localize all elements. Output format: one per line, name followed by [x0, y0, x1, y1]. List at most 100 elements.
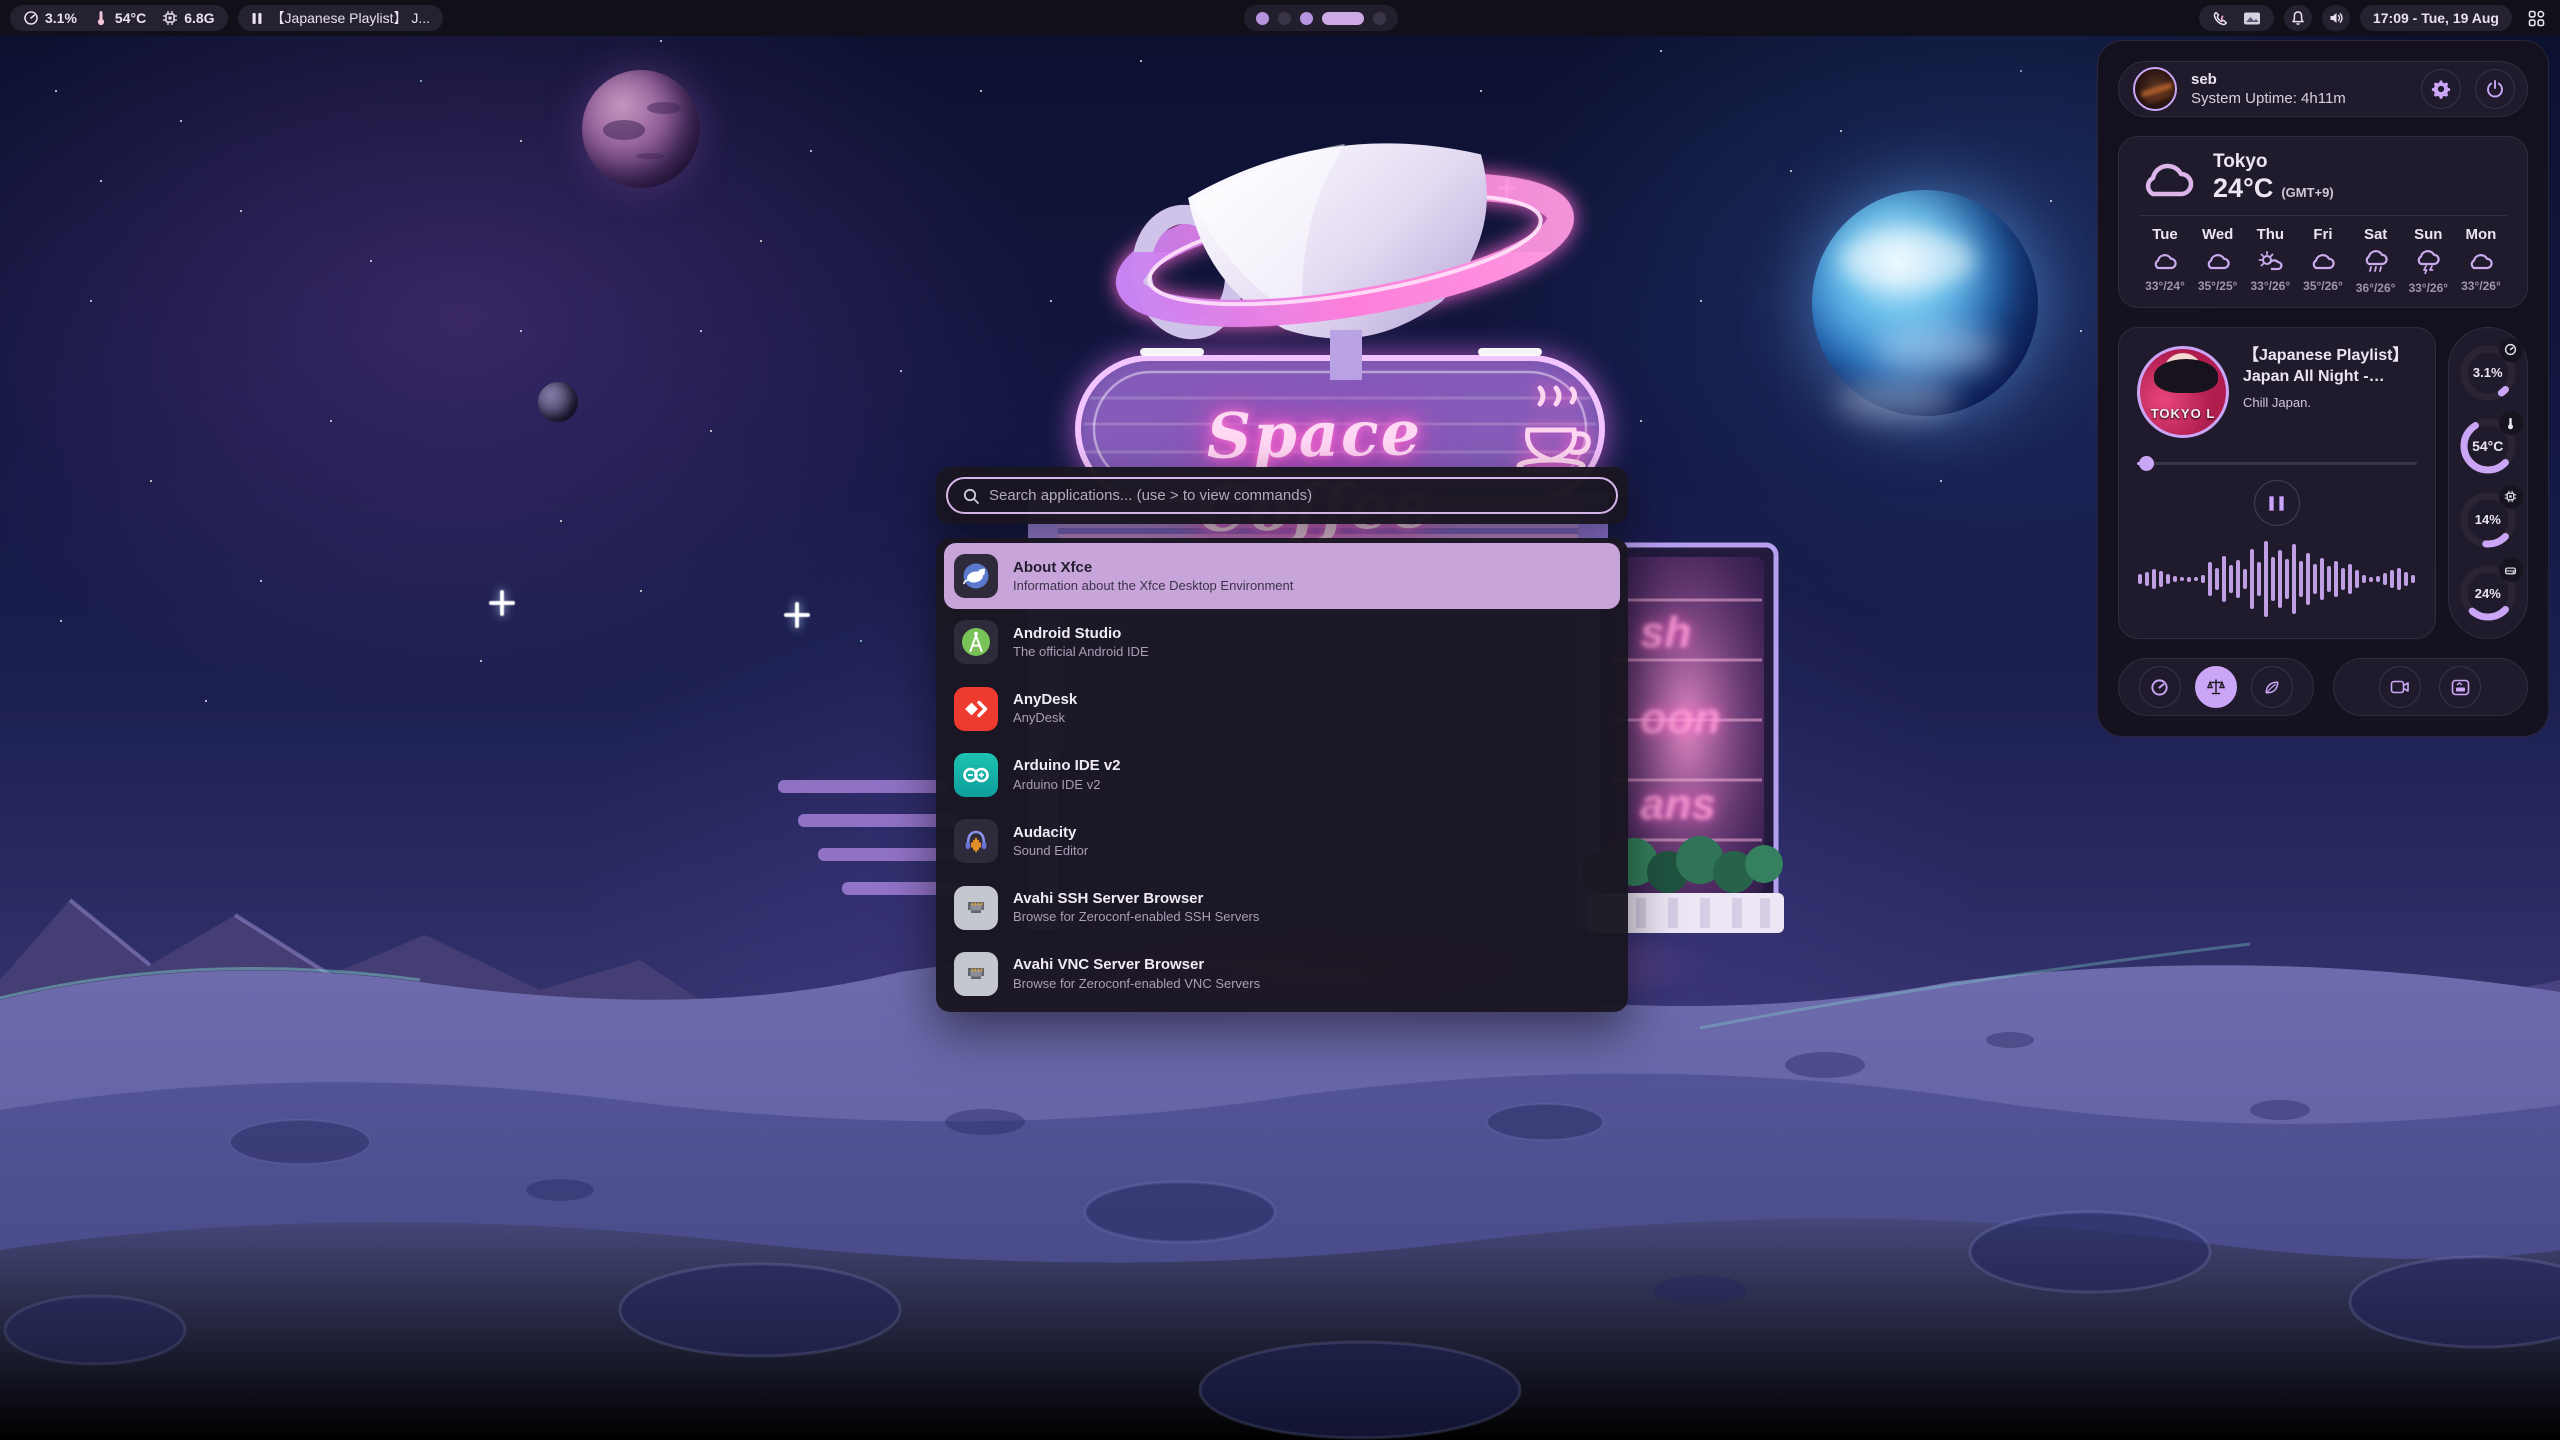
app-desc: Arduino IDE v2	[1013, 777, 1121, 794]
launcher-search-card	[936, 467, 1628, 524]
app-name: About Xfce	[1013, 558, 1293, 578]
app-name: Android Studio	[1013, 624, 1149, 644]
weather-card: Tokyo 24°C (GMT+9) Tue 33°/24° Wed	[2118, 136, 2528, 308]
network-jack-icon	[954, 886, 998, 930]
clock-module[interactable]: 17:09 - Tue, 19 Aug	[2360, 5, 2512, 31]
forecast-day: Sun 33°/26°	[2402, 226, 2454, 295]
control-panel: seb System Uptime: 4h11m Tokyo 24°C (GMT…	[2097, 40, 2549, 737]
pause-icon	[251, 12, 263, 25]
forecast-day: Fri 35°/26°	[2297, 226, 2349, 295]
app-row-avahi-ssh[interactable]: Avahi SSH Server Browser Browse for Zero…	[944, 874, 1620, 940]
desktop: Space Coffee shoonans 3.1% 54°C 6.8G 【Ja…	[0, 0, 2560, 1440]
cloud-icon	[2151, 250, 2179, 272]
pause-icon	[2269, 496, 2274, 511]
temp-stat: 54°C	[93, 10, 146, 26]
forecast-day: Wed 35°/25°	[2192, 226, 2244, 295]
forecast-row: Tue 33°/24° Wed 35°/25° Thu 33°/26° Fri	[2139, 226, 2507, 295]
music-module[interactable]: 【Japanese Playlist】 J...	[238, 5, 444, 31]
app-row-arduino[interactable]: Arduino IDE v2 Arduino IDE v2	[944, 742, 1620, 808]
divider	[2139, 215, 2507, 216]
temp-gauge: 54°C	[2459, 417, 2517, 475]
grid-icon	[2528, 10, 2545, 27]
workspace-dot-empty[interactable]	[1373, 12, 1386, 25]
thermometer-icon	[2504, 417, 2517, 430]
cloud-icon	[2309, 250, 2337, 272]
chip-icon	[162, 10, 178, 26]
top-bar: 3.1% 54°C 6.8G 【Japanese Playlist】 J...	[0, 0, 2560, 36]
app-desc: The official Android IDE	[1013, 644, 1149, 661]
power-profile-card	[2118, 658, 2314, 716]
seek-knob[interactable]	[2139, 456, 2154, 471]
workspace-dot-occupied[interactable]	[1256, 12, 1269, 25]
app-row-anydesk[interactable]: AnyDesk AnyDesk	[944, 676, 1620, 742]
forecast-day: Sat 36°/26°	[2350, 226, 2402, 295]
app-name: Avahi VNC Server Browser	[1013, 955, 1260, 975]
video-camera-icon	[2390, 679, 2410, 695]
weather-timezone: (GMT+9)	[2281, 185, 2333, 200]
disk-icon	[2504, 564, 2517, 577]
screenshot-icon	[2451, 679, 2470, 696]
system-stats-module[interactable]: 3.1% 54°C 6.8G	[10, 5, 228, 31]
workspace-dot-occupied[interactable]	[1300, 12, 1313, 25]
rain-cloud-icon	[2362, 250, 2390, 274]
thermometer-icon	[93, 10, 109, 26]
app-grid-button[interactable]	[2522, 5, 2550, 31]
tray-module[interactable]	[2199, 5, 2274, 31]
bell-icon	[2290, 10, 2306, 26]
uptime: System Uptime: 4h11m	[2191, 90, 2407, 107]
pause-icon	[2279, 496, 2284, 511]
screen-record-button[interactable]	[2379, 666, 2421, 708]
app-desc: Browse for Zeroconf-enabled VNC Servers	[1013, 976, 1260, 993]
chip-icon	[2504, 490, 2517, 503]
android-studio-icon	[954, 620, 998, 664]
album-label: TOKYO L	[2140, 406, 2226, 421]
forecast-day: Thu 33°/26°	[2244, 226, 2296, 295]
audacity-icon	[954, 819, 998, 863]
sun-cloud-icon	[2256, 250, 2284, 272]
volume-button[interactable]	[2322, 5, 2350, 31]
app-row-android-studio[interactable]: Android Studio The official Android IDE	[944, 609, 1620, 675]
memory-stat: 6.8G	[162, 10, 214, 26]
search-input[interactable]	[989, 487, 1602, 504]
user-card: seb System Uptime: 4h11m	[2118, 61, 2528, 117]
performance-profile-button[interactable]	[2139, 666, 2181, 708]
balanced-profile-button[interactable]	[2195, 666, 2237, 708]
cpu-stat: 3.1%	[23, 10, 77, 26]
power-button[interactable]	[2475, 69, 2515, 109]
disk-gauge: 24%	[2459, 564, 2517, 622]
music-title: 【Japanese Playlist】 J...	[271, 8, 431, 28]
app-row-avahi-vnc[interactable]: Avahi VNC Server Browser Browse for Zero…	[944, 941, 1620, 1007]
anydesk-icon	[954, 687, 998, 731]
cloud-icon	[2204, 250, 2232, 272]
memory-gauge: 14%	[2459, 491, 2517, 549]
app-desc: Browse for Zeroconf-enabled SSH Servers	[1013, 909, 1259, 926]
powersave-profile-button[interactable]	[2251, 666, 2293, 708]
play-pause-button[interactable]	[2254, 480, 2300, 526]
media-player-card: TOKYO L 【Japanese Playlist】 Japan All Ni…	[2118, 327, 2436, 639]
leaf-icon	[2262, 678, 2281, 697]
app-row-audacity[interactable]: Audacity Sound Editor	[944, 808, 1620, 874]
workspace-dot-empty[interactable]	[1278, 12, 1291, 25]
forecast-day: Mon 33°/26°	[2455, 226, 2507, 295]
weather-city: Tokyo	[2213, 151, 2334, 173]
username: seb	[2191, 71, 2407, 88]
search-icon	[962, 487, 980, 505]
avatar	[2133, 67, 2177, 111]
workspace-indicator[interactable]	[1244, 5, 1398, 31]
wallpaper-icon[interactable]	[2243, 11, 2261, 26]
album-art: TOKYO L	[2137, 346, 2229, 438]
screenshot-button[interactable]	[2439, 666, 2481, 708]
app-desc: Information about the Xfce Desktop Envir…	[1013, 578, 1293, 595]
notifications-button[interactable]	[2284, 5, 2312, 31]
seek-bar[interactable]	[2137, 456, 2417, 470]
workspace-dot-active[interactable]	[1322, 12, 1364, 25]
gear-icon	[2431, 79, 2451, 99]
speaker-icon	[2328, 10, 2344, 26]
weather-temp: 24°C	[2213, 173, 2273, 204]
app-row-about-xfce[interactable]: About Xfce Information about the Xfce De…	[944, 543, 1620, 609]
search-field[interactable]	[946, 477, 1618, 514]
app-desc: AnyDesk	[1013, 710, 1077, 727]
settings-button[interactable]	[2421, 69, 2461, 109]
phone-icon[interactable]	[2212, 10, 2229, 27]
app-desc: Sound Editor	[1013, 843, 1088, 860]
